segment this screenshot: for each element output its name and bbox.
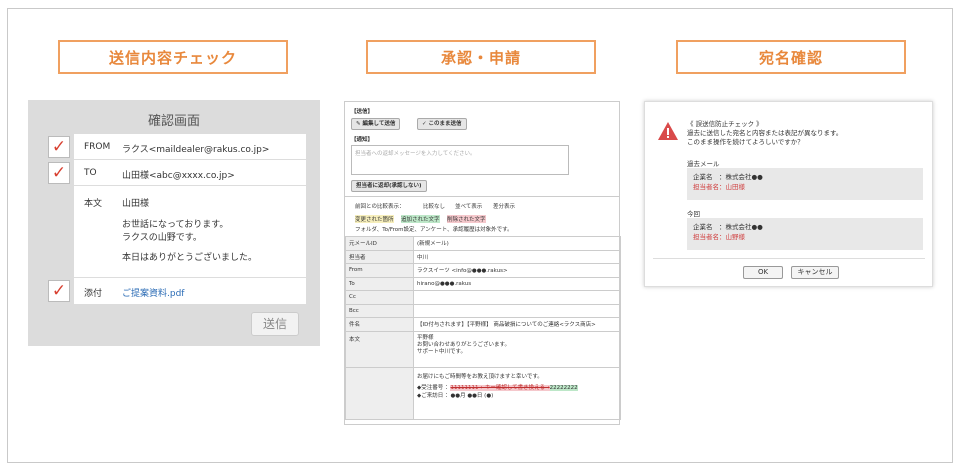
- body-line: サポート中川です。: [417, 348, 466, 355]
- send-as-is-button[interactable]: ✓ このまま送信: [417, 118, 467, 130]
- to-value: 山田様<abc@xxxx.co.jp>: [122, 171, 235, 181]
- row-key: To: [345, 276, 414, 291]
- confirm-fields: FROM ラクス<maildealer@rakus.co.jp> TO 山田様<…: [74, 134, 306, 304]
- approval-panel: 【送信】 ✎ 編集して送信 ✓ このまま送信 【通知】 担当者への返却メッセージ…: [344, 101, 621, 425]
- send-section-label: 【送信】: [351, 109, 374, 115]
- body-line: お問い合わせありがとうございます。: [417, 341, 510, 348]
- cancel-button[interactable]: キャンセル: [791, 266, 839, 279]
- row-key: Bcc: [345, 303, 414, 318]
- attach-file-link[interactable]: ご提案資料.pdf: [122, 286, 184, 299]
- from-value: ラクス<maildealer@rakus.co.jp>: [122, 145, 270, 155]
- warning-icon: [658, 122, 678, 140]
- body-line: 平野様: [417, 334, 434, 341]
- past-person: 担当者名：山田様: [693, 183, 745, 191]
- order-line: ◆受注番号 ：11111111 ←キー確認して書き換える→22222222: [417, 384, 617, 392]
- address-check-dialog: 《 誤送信防止チェック 》 過去に送信した宛名と内容または表記が異なります。 こ…: [644, 101, 933, 287]
- attach-checkbox[interactable]: ✓: [48, 280, 70, 302]
- order-deleted: 11111111 ←キー確認して書き換える→: [450, 384, 550, 391]
- current-mail-box: 企業名 ：株式会社●● 担当者名：山野様: [687, 218, 923, 250]
- row-key: From: [345, 263, 414, 278]
- current-company: 企業名 ：株式会社●●: [693, 223, 763, 231]
- attach-label: 添付: [84, 289, 103, 299]
- row-value: [413, 290, 621, 305]
- edit-send-button[interactable]: ✎ 編集して送信: [351, 118, 401, 130]
- from-checkbox[interactable]: ✓: [48, 136, 70, 158]
- row-key: [345, 366, 414, 420]
- attach-row: 添付 ご提案資料.pdf: [74, 278, 306, 304]
- table-row: 元メールID (新規メール): [345, 236, 621, 251]
- notify-section-label: 【通知】: [351, 137, 374, 143]
- legend-note: フォルダ、To/From設定、アンケート、承認履歴は対象外です。: [355, 227, 513, 233]
- compare-label: 前回との比較表示：: [355, 204, 405, 210]
- body-label: 本文: [84, 199, 103, 209]
- divider: [653, 258, 925, 259]
- body-line: 山田様: [122, 199, 150, 209]
- confirm-screen-panel: 確認画面 ✓ ✓ ✓ FROM ラクス<maildealer@rakus.co.…: [28, 100, 320, 346]
- to-label: TO: [84, 168, 97, 178]
- row-key: Cc: [345, 290, 414, 305]
- body-row: 本文 山田様 お世話になっております。 ラクスの山野です。 本日はありがとうござ…: [74, 186, 306, 278]
- row-value: [413, 303, 621, 318]
- body-line: 本日はありがとうございました。: [122, 253, 258, 263]
- return-button[interactable]: 担当者に返却(承認しない): [351, 180, 427, 192]
- row-value: (新規メール): [413, 236, 621, 251]
- dialog-message: このまま操作を続けてよろしいですか？: [687, 138, 804, 146]
- order-label: ◆受注番号 ：: [417, 384, 451, 391]
- compare-option-side[interactable]: 並べて表示: [455, 202, 482, 210]
- table-row: From ラクスイーツ <info@●●●.rakus>: [345, 263, 621, 278]
- past-company: 企業名 ：株式会社●●: [693, 173, 763, 181]
- row-key: 件名: [345, 317, 414, 332]
- legend-deleted: 削除された文字: [447, 215, 486, 223]
- body-line: ラクスの山野です。: [122, 233, 202, 243]
- mail-detail-table: 元メールID (新規メール) 担当者 中川 From ラクスイーツ <info@●●●…: [345, 236, 621, 420]
- row-key: 本文: [345, 330, 414, 368]
- to-row: TO 山田様<abc@xxxx.co.jp>: [74, 160, 306, 186]
- table-row: Cc: [345, 290, 621, 305]
- compare-option-diff[interactable]: 差分表示: [493, 202, 515, 210]
- legend-added: 追加された文字: [401, 215, 440, 223]
- table-row: To hirano@●●●.rakus: [345, 276, 621, 291]
- current-person: 担当者名：山野様: [693, 233, 745, 241]
- row-value: 中川: [413, 249, 621, 264]
- notify-message-input[interactable]: 担当者への返却メッセージを入力してください。: [351, 145, 569, 175]
- current-mail-label: 今回: [687, 210, 700, 218]
- body-line: お届けにもご時間等をお教え頂けますと幸いです。: [417, 373, 543, 380]
- body-cell: 平野様 お問い合わせありがとうございます。 サポート中川です。: [413, 330, 621, 368]
- confirm-title: 確認画面: [147, 114, 200, 129]
- ok-button[interactable]: OK: [743, 266, 783, 279]
- legend-changed: 変更された箇所: [355, 215, 394, 223]
- order-added: 22222222: [549, 384, 578, 391]
- divider: [345, 196, 619, 197]
- from-label: FROM: [84, 142, 111, 152]
- header-send-check: 送信内容チェック: [58, 40, 288, 74]
- table-row: 本文 平野様 お問い合わせありがとうございます。 サポート中川です。: [345, 330, 621, 368]
- past-mail-label: 過去メール: [687, 160, 720, 168]
- compare-option-none[interactable]: 比較なし: [423, 202, 445, 210]
- table-row: 担当者 中川: [345, 249, 621, 264]
- row-key: 元メールID: [345, 236, 414, 251]
- row-value: ラクスイーツ <info@●●●.rakus>: [413, 263, 621, 278]
- header-address-check: 宛名確認: [676, 40, 906, 74]
- from-row: FROM ラクス<maildealer@rakus.co.jp>: [74, 134, 306, 160]
- row-key: 担当者: [345, 249, 414, 264]
- table-row: 件名 【ID付与されます】【平野様】 商品破損についてのご連絡<ラクス商店>: [345, 317, 621, 332]
- row-value: hirano@●●●.rakus: [413, 276, 621, 291]
- to-checkbox[interactable]: ✓: [48, 162, 70, 184]
- header-approval: 承認・申請: [366, 40, 596, 74]
- table-row: お届けにもご時間等をお教え頂けますと幸いです。 ◆受注番号 ：11111111 …: [345, 366, 621, 420]
- past-mail-box: 企業名 ：株式会社●● 担当者名：山田様: [687, 168, 923, 200]
- row-value: 【ID付与されます】【平野様】 商品破損についてのご連絡<ラクス商店>: [413, 317, 621, 332]
- send-button[interactable]: 送信: [251, 312, 299, 336]
- body-cell: お届けにもご時間等をお教え頂けますと幸いです。 ◆受注番号 ：11111111 …: [413, 366, 621, 420]
- date-line: ◆ご来訪日 ：●●月 ●●日 (●): [417, 392, 494, 399]
- table-row: Bcc: [345, 303, 621, 318]
- body-line: お世話になっております。: [122, 220, 229, 230]
